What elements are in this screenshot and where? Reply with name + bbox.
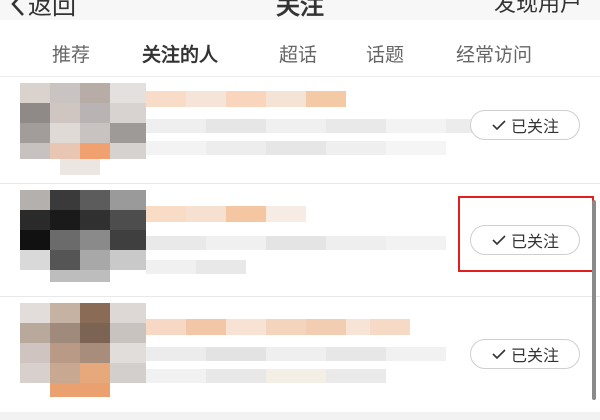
list-item[interactable]: 已关注: [0, 297, 600, 412]
following-button[interactable]: 已关注: [470, 110, 580, 140]
following-button[interactable]: 已关注: [470, 339, 580, 369]
checkmark-icon: [492, 120, 506, 131]
scrollbar[interactable]: [592, 200, 596, 400]
discover-users-link[interactable]: 发现用户: [494, 0, 582, 18]
tab-topics[interactable]: 话题: [366, 40, 404, 67]
checkmark-icon: [492, 349, 506, 360]
bottom-edge: [0, 412, 600, 420]
following-button-label: 已关注: [510, 346, 559, 365]
tab-following[interactable]: 关注的人: [142, 40, 218, 67]
tab-frequent-visits[interactable]: 经常访问: [456, 40, 532, 67]
tab-recommend[interactable]: 推荐: [52, 40, 90, 67]
avatar[interactable]: [20, 190, 146, 282]
highlight-box: [458, 196, 594, 272]
tab-super-topic[interactable]: 超话: [279, 40, 317, 67]
following-button-label: 已关注: [510, 117, 559, 136]
avatar[interactable]: [20, 83, 146, 175]
top-bar: 返回 关注 发现用户: [0, 0, 600, 20]
list-item[interactable]: 已关注: [0, 77, 600, 183]
tab-bar: 推荐 关注的人 超话 话题 经常访问: [0, 20, 600, 92]
avatar[interactable]: [20, 303, 146, 397]
